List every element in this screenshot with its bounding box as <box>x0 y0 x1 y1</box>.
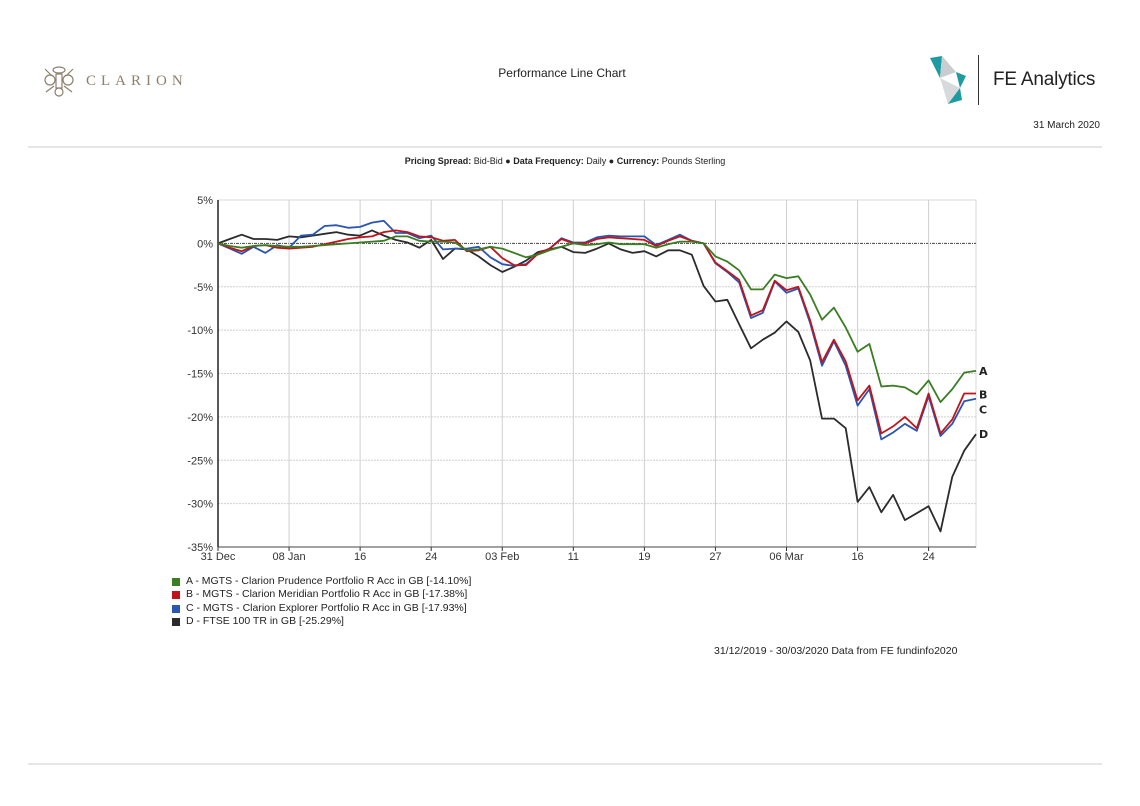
x-tick-label: 06 Mar <box>769 551 804 563</box>
series-line-a <box>217 235 977 404</box>
x-tick-label: 16 <box>851 551 863 563</box>
footer-divider <box>28 763 1102 765</box>
x-tick-label: 11 <box>568 551 579 563</box>
legend-label-a: A - MGTS - Clarion Prudence Portfolio R … <box>186 575 472 587</box>
x-tick-label: 03 Feb <box>485 551 519 563</box>
legend-label-d: D - FTSE 100 TR in GB [-25.29%] <box>186 615 344 628</box>
y-tick-label: -5% <box>193 282 213 294</box>
series-end-label-c: C <box>979 404 987 417</box>
legend-item-c: C - MGTS - Clarion Explorer Portfolio R … <box>172 602 471 615</box>
chart-legend: A - MGTS - Clarion Prudence Portfolio R … <box>172 575 471 629</box>
series-end-label-b: B <box>979 388 987 401</box>
x-tick-label: 31 Dec <box>201 551 236 563</box>
performance-line-chart: 5%0%-5%-10%-15%-20%-25%-30%-35%31 Dec 08 … <box>187 195 988 563</box>
legend-label-b: B - MGTS - Clarion Meridian Portfolio R … <box>186 588 468 601</box>
y-tick-label: -20% <box>187 412 213 424</box>
series-line-d <box>217 229 977 533</box>
legend-item-d: D - FTSE 100 TR in GB [-25.29%] <box>172 615 471 628</box>
legend-swatch-d <box>172 617 180 626</box>
x-tick-label: 27 <box>709 551 721 563</box>
y-tick-label: -15% <box>187 369 213 381</box>
series-end-label-d: D <box>979 428 988 441</box>
axes-layer <box>217 200 976 551</box>
legend-item-a: A - MGTS - Clarion Prudence Portfolio R … <box>172 575 471 588</box>
legend-swatch-b <box>172 591 180 600</box>
x-tick-label: 08 Jan <box>273 551 306 563</box>
x-tick-label: 16 <box>354 551 366 563</box>
x-tick-label: 19 <box>638 551 650 563</box>
y-tick-label: -30% <box>187 499 213 511</box>
series-end-label-a: A <box>979 365 988 378</box>
series-layer <box>217 219 977 533</box>
x-tick-label: 24 <box>923 551 935 563</box>
y-tick-label: -10% <box>187 325 213 337</box>
y-tick-label: 5% <box>197 195 213 207</box>
data-source-footnote: 31/12/2019 - 30/03/2020 Data from FE fun… <box>714 645 958 657</box>
legend-label-c: C - MGTS - Clarion Explorer Portfolio R … <box>186 601 467 614</box>
series-line-b <box>217 229 976 435</box>
legend-item-b: B - MGTS - Clarion Meridian Portfolio R … <box>172 588 471 601</box>
x-tick-label: 24 <box>425 551 437 563</box>
labels-layer: 5%0%-5%-10%-15%-20%-25%-30%-35%31 Dec 08 … <box>187 195 988 563</box>
y-tick-label: -25% <box>187 455 213 467</box>
legend-swatch-c <box>172 604 180 613</box>
legend-swatch-a <box>172 577 180 586</box>
y-tick-label: 0% <box>197 238 213 250</box>
